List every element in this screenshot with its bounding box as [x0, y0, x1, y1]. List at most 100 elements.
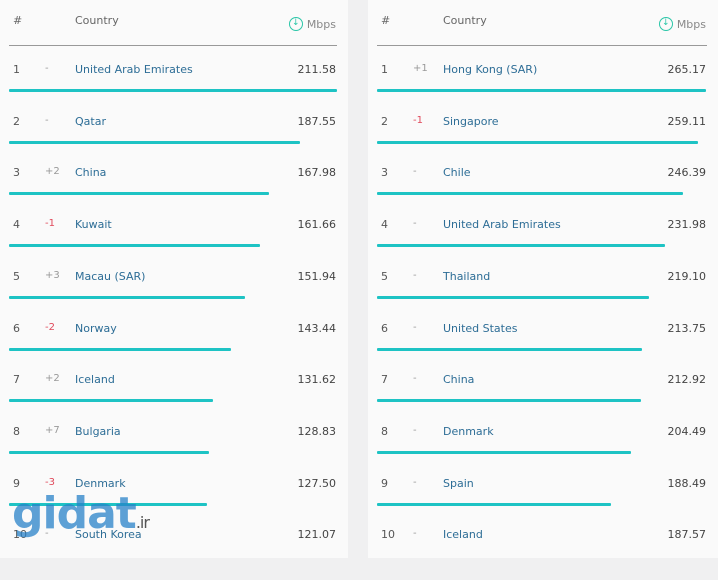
download-icon: ↓ — [288, 17, 303, 31]
rank-change: -1 — [413, 114, 423, 126]
rank: 8 — [381, 424, 388, 438]
table-row: 5 - Thailand 219.10 — [368, 270, 718, 322]
country-link[interactable]: Denmark — [443, 425, 494, 438]
speed-value: 127.50 — [297, 476, 337, 490]
rank-change: -1 — [45, 218, 55, 230]
rank-change: +2 — [45, 166, 60, 178]
download-icon: ↓ — [658, 17, 673, 31]
right-ranking-table: # Country ↓ Mbps 1 +1 Hong Kong (SAR) 265… — [368, 0, 718, 558]
table-row: 8 - Denmark 204.49 — [368, 425, 718, 477]
country-link[interactable]: China — [443, 373, 474, 386]
country-header: Country — [75, 14, 119, 27]
rank-change: - — [45, 114, 49, 126]
rank-header: # — [381, 14, 391, 27]
rank-change: - — [413, 218, 417, 230]
country-link[interactable]: Iceland — [75, 373, 115, 386]
country-link[interactable]: Kuwait — [75, 218, 112, 231]
speed-bar — [377, 244, 665, 248]
rank: 5 — [13, 269, 20, 283]
rank-change: +2 — [45, 373, 60, 385]
table-row: 4 - United Arab Emirates 231.98 — [368, 218, 718, 270]
table-row: 7 - China 212.92 — [368, 373, 718, 425]
rank: 6 — [13, 321, 20, 335]
header-divider — [377, 45, 707, 46]
table-row: 1 +1 Hong Kong (SAR) 265.17 — [368, 63, 718, 115]
speed-value: 131.62 — [297, 373, 337, 387]
table-row: 9 - Spain 188.49 — [368, 477, 718, 529]
speed-bar — [377, 399, 641, 403]
speed-value: 265.17 — [667, 63, 707, 76]
rank-change: - — [413, 528, 417, 540]
rank-change: - — [413, 269, 417, 281]
table-row: 10 - Iceland 187.57 — [368, 528, 718, 580]
speed-value: 211.58 — [297, 63, 337, 76]
speed-value: 161.66 — [297, 218, 337, 232]
rank: 2 — [13, 114, 20, 128]
table-row: 7 +2 Iceland 131.62 — [0, 373, 348, 425]
speed-bar — [377, 295, 649, 299]
speed-bar — [9, 192, 269, 196]
rank-header: # — [13, 14, 23, 27]
country-link[interactable]: Thailand — [443, 270, 490, 283]
speed-bar — [9, 295, 245, 299]
rank: 7 — [13, 373, 20, 387]
watermark-logo: gidat.ir — [12, 488, 150, 539]
table-row: 6 -2 Norway 143.44 — [0, 322, 348, 374]
table-row: 5 +3 Macau (SAR) 151.94 — [0, 270, 348, 322]
speed-value: 128.83 — [297, 424, 337, 438]
rank-change: - — [45, 63, 49, 74]
speed-value: 143.44 — [297, 321, 337, 335]
country-link[interactable]: United Arab Emirates — [443, 218, 561, 231]
rank-change: +3 — [45, 269, 60, 281]
table-row: 3 - Chile 246.39 — [368, 166, 718, 218]
speed-bar — [377, 347, 642, 351]
country-link[interactable]: Chile — [443, 166, 471, 179]
rank: 1 — [13, 63, 20, 76]
speed-value: 231.98 — [667, 218, 707, 232]
speed-bar — [377, 192, 683, 196]
speed-bar — [377, 502, 611, 506]
country-link[interactable]: Qatar — [75, 115, 106, 128]
rank: 3 — [381, 166, 388, 180]
rank-change: - — [413, 373, 417, 385]
country-link[interactable]: Iceland — [443, 528, 483, 541]
speed-value: 121.07 — [297, 528, 337, 542]
rank: 7 — [381, 373, 388, 387]
country-link[interactable]: Hong Kong (SAR) — [443, 63, 537, 76]
speed-bar — [377, 140, 698, 144]
table-header: # Country ↓ Mbps — [368, 0, 718, 46]
country-link[interactable]: Norway — [75, 322, 117, 335]
country-link[interactable]: Singapore — [443, 115, 499, 128]
rank: 10 — [381, 528, 395, 542]
table-row: 1 - United Arab Emirates 211.58 — [0, 63, 348, 115]
speed-bar — [9, 89, 337, 92]
speed-bar — [9, 450, 209, 454]
table-row: 8 +7 Bulgaria 128.83 — [0, 425, 348, 477]
unit-label: Mbps — [676, 17, 706, 31]
rank: 5 — [381, 269, 388, 283]
rank: 4 — [13, 218, 20, 232]
country-link[interactable]: United Arab Emirates — [75, 63, 193, 76]
rank-change: +7 — [45, 424, 60, 436]
speed-value: 246.39 — [667, 166, 707, 180]
country-link[interactable]: Bulgaria — [75, 425, 121, 438]
rank: 3 — [13, 166, 20, 180]
country-link[interactable]: United States — [443, 322, 518, 335]
table-row: 2 - Qatar 187.55 — [0, 115, 348, 167]
country-link[interactable]: China — [75, 166, 106, 179]
speed-value: 167.98 — [297, 166, 337, 180]
rank: 8 — [13, 424, 20, 438]
rank-change: -2 — [45, 321, 55, 333]
rank: 1 — [381, 63, 388, 76]
speed-bar — [377, 450, 631, 454]
table-row: 6 - United States 213.75 — [368, 322, 718, 374]
rank: 2 — [381, 114, 388, 128]
speed-bar — [9, 140, 300, 144]
rank-change: -3 — [45, 476, 55, 488]
speed-value: 204.49 — [667, 424, 707, 438]
country-link[interactable]: Spain — [443, 477, 474, 490]
country-link[interactable]: Macau (SAR) — [75, 270, 145, 283]
speed-value: 187.55 — [297, 114, 337, 128]
speed-value: 187.57 — [667, 528, 707, 542]
table-header: # Country ↓ Mbps — [0, 0, 348, 46]
